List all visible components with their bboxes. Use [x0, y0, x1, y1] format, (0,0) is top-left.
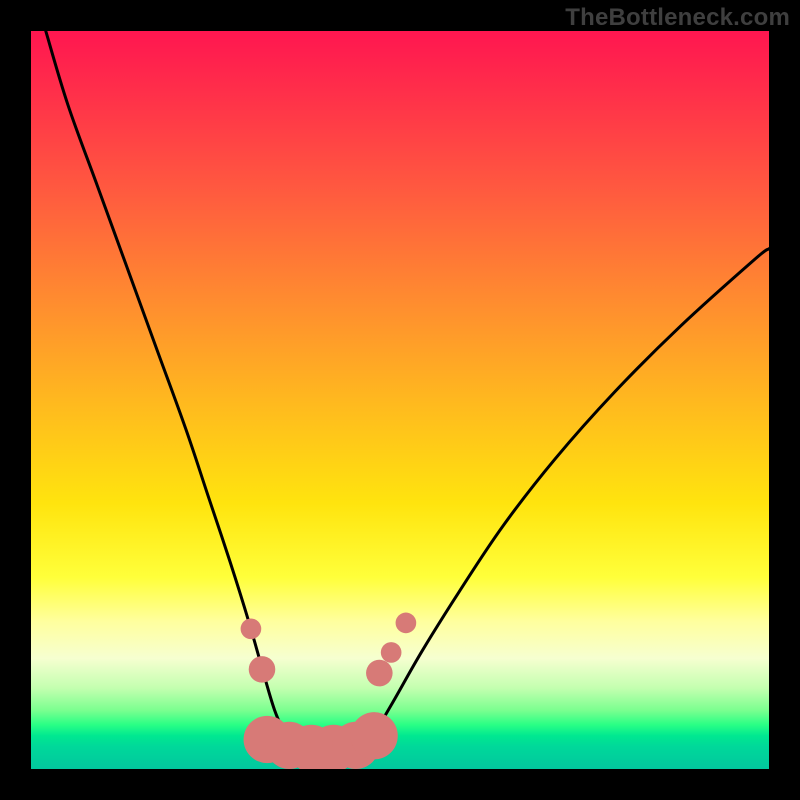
chart-overlay: [31, 31, 769, 769]
plot-area: [31, 31, 769, 769]
chart-frame: TheBottleneck.com: [0, 0, 800, 800]
watermark-text: TheBottleneck.com: [565, 4, 790, 32]
curve-layer: [46, 31, 769, 765]
series-left-curve: [46, 31, 304, 765]
highlight-marker: [396, 613, 417, 634]
highlight-marker: [366, 660, 393, 687]
highlight-marker: [241, 618, 262, 639]
highlight-marker: [351, 712, 398, 759]
highlight-marker: [381, 642, 402, 663]
series-right-curve: [348, 249, 769, 765]
marker-layer: [241, 613, 417, 769]
highlight-marker: [249, 656, 276, 683]
